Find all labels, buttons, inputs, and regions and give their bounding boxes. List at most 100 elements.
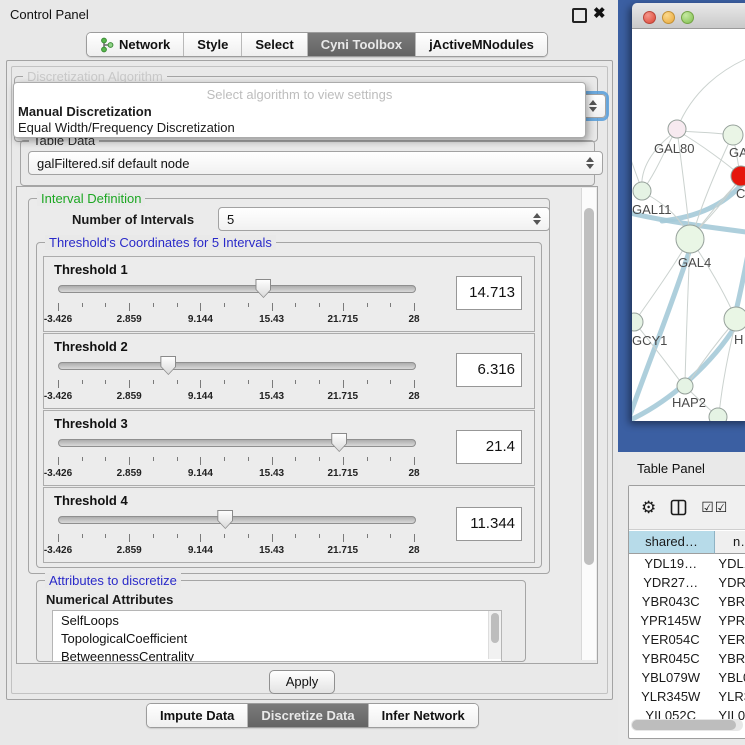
table-cell[interactable]: YDR2… <box>712 573 745 592</box>
tab-style[interactable]: Style <box>184 33 242 56</box>
table-row[interactable]: YLR345WYLR3… <box>629 687 745 706</box>
table-data-combobox[interactable]: galFiltered.sif default node <box>28 151 603 175</box>
close-traffic-light-icon[interactable] <box>643 11 656 24</box>
tab-jactivemnodules[interactable]: jActiveMNodules <box>416 33 547 56</box>
float-window-icon[interactable] <box>572 8 587 23</box>
column-header-shared-name[interactable]: shared… <box>629 531 715 554</box>
table-row[interactable]: YBR045CYBR0… <box>629 649 745 668</box>
table-row[interactable]: YPR145WYPR1… <box>629 611 745 630</box>
tab-select[interactable]: Select <box>242 33 307 56</box>
tick-label: 21.715 <box>328 545 359 556</box>
slider-thumb[interactable] <box>255 279 271 298</box>
network-node[interactable] <box>709 408 727 421</box>
network-node-gcy1[interactable] <box>632 313 643 331</box>
select-columns-icon[interactable]: ☑☑ <box>701 499 728 516</box>
table-row[interactable]: YDL19…YDL1… <box>629 554 745 573</box>
slider-track[interactable] <box>58 362 416 370</box>
network-edge[interactable] <box>662 184 742 221</box>
slider-thumb[interactable] <box>331 433 347 452</box>
table-cell[interactable]: YBL079W <box>629 668 712 687</box>
slider-thumb[interactable] <box>160 356 176 375</box>
number-of-intervals-combobox[interactable]: 5 <box>218 207 550 231</box>
table-cell[interactable]: YBR0… <box>712 649 745 668</box>
threshold-value-field[interactable]: 21.4 <box>456 430 522 464</box>
tick-label: 15.43 <box>259 468 284 479</box>
table-row[interactable]: YBL079WYBL0… <box>629 668 745 687</box>
network-node-h[interactable] <box>724 307 745 331</box>
tab-label: Select <box>255 36 293 53</box>
slider-track[interactable] <box>58 285 416 293</box>
apply-button[interactable]: Apply <box>269 670 335 694</box>
table-cell[interactable]: YPR1… <box>712 611 745 630</box>
table-cell[interactable]: YER0… <box>712 630 745 649</box>
network-edge[interactable] <box>692 136 732 237</box>
table-cell[interactable]: YDR27… <box>629 573 712 592</box>
threshold-label: Threshold 4 <box>54 493 128 508</box>
vertical-scrollbar[interactable] <box>581 188 596 660</box>
table-cell[interactable]: YLR345W <box>629 687 712 706</box>
dropdown-option-equal-width-frequency[interactable]: Equal Width/Frequency Discretization <box>17 119 578 136</box>
network-node-label: GCY1 <box>632 333 667 348</box>
network-node-gal11[interactable] <box>633 182 651 200</box>
scrollbar-thumb[interactable] <box>632 720 736 730</box>
table-cell[interactable]: YDL1… <box>712 554 745 573</box>
network-node-label: GA <box>729 145 745 160</box>
column-header-name[interactable]: n… <box>715 531 745 554</box>
slider-thumb[interactable] <box>217 510 233 529</box>
slider-tick-labels: -3.4262.8599.14415.4321.71528 <box>58 314 414 326</box>
zoom-traffic-light-icon[interactable] <box>681 11 694 24</box>
table-cell[interactable]: YLR3… <box>712 687 745 706</box>
table-row[interactable]: YER054CYER0… <box>629 630 745 649</box>
network-node-gal80[interactable] <box>668 120 686 138</box>
attribute-item[interactable]: SelfLoops <box>53 611 501 629</box>
table-body: YDL19…YDL1…YDR27…YDR2…YBR043CYBR0…YPR145… <box>629 554 745 725</box>
tab-discretize-data[interactable]: Discretize Data <box>248 704 368 727</box>
table-row[interactable]: YDR27…YDR2… <box>629 573 745 592</box>
threshold-value-field[interactable]: 11.344 <box>456 507 522 541</box>
slider-track-area[interactable] <box>58 358 414 378</box>
attribute-item[interactable]: BetweennessCentrality <box>53 647 501 662</box>
table-cell[interactable]: YBR045C <box>629 649 712 668</box>
slider-track-area[interactable] <box>58 435 414 455</box>
horizontal-scrollbar[interactable] <box>631 719 743 731</box>
list-scrollbar[interactable] <box>488 611 501 659</box>
network-node-gal4[interactable] <box>676 225 704 253</box>
network-edge[interactable] <box>643 130 676 190</box>
table-cell[interactable]: YER054C <box>629 630 712 649</box>
tab-impute-data[interactable]: Impute Data <box>147 704 248 727</box>
table-cell[interactable]: YBL0… <box>712 668 745 687</box>
network-edge[interactable] <box>632 129 642 190</box>
scrollbar-thumb[interactable] <box>584 208 594 565</box>
table-cell[interactable]: YDL19… <box>629 554 712 573</box>
close-icon[interactable]: ✖ <box>593 4 606 22</box>
table-cell[interactable]: YBR043C <box>629 592 712 611</box>
tick-label: 2.859 <box>117 391 142 402</box>
threshold-slider: -3.4262.8599.14415.4321.71528 <box>54 512 454 558</box>
network-node-hap2[interactable] <box>677 378 693 394</box>
network-edge[interactable] <box>691 240 735 317</box>
minimize-traffic-light-icon[interactable] <box>662 11 675 24</box>
attribute-item[interactable]: TopologicalCoefficient <box>53 629 501 647</box>
slider-track[interactable] <box>58 516 416 524</box>
table-row[interactable]: YBR043CYBR0… <box>629 592 745 611</box>
network-canvas[interactable]: GAL80GACGAL11GAL4GCY1HHAP2 <box>632 29 745 421</box>
tab-cyni-toolbox[interactable]: Cyni Toolbox <box>308 33 416 56</box>
dropdown-option-manual-discretization[interactable]: Manual Discretization <box>17 103 578 120</box>
network-edge[interactable] <box>677 57 745 129</box>
tab-network[interactable]: Network <box>87 33 184 56</box>
network-window-titlebar[interactable] <box>632 3 745 29</box>
numerical-attributes-list[interactable]: SelfLoopsTopologicalCoefficientBetweenne… <box>52 610 502 662</box>
table-cell[interactable]: YBR0… <box>712 592 745 611</box>
tab-infer-network[interactable]: Infer Network <box>369 704 478 727</box>
slider-track-area[interactable] <box>58 281 414 301</box>
scrollbar-thumb[interactable] <box>491 613 499 643</box>
tab-label: Network <box>119 36 170 53</box>
columns-icon[interactable] <box>670 499 687 516</box>
slider-track-area[interactable] <box>58 512 414 532</box>
gear-icon[interactable]: ⚙ <box>641 499 656 516</box>
threshold-value-field[interactable]: 6.316 <box>456 353 522 387</box>
threshold-value-field[interactable]: 14.713 <box>456 276 522 310</box>
slider-track[interactable] <box>58 439 416 447</box>
network-node-ga[interactable] <box>723 125 743 145</box>
table-cell[interactable]: YPR145W <box>629 611 712 630</box>
